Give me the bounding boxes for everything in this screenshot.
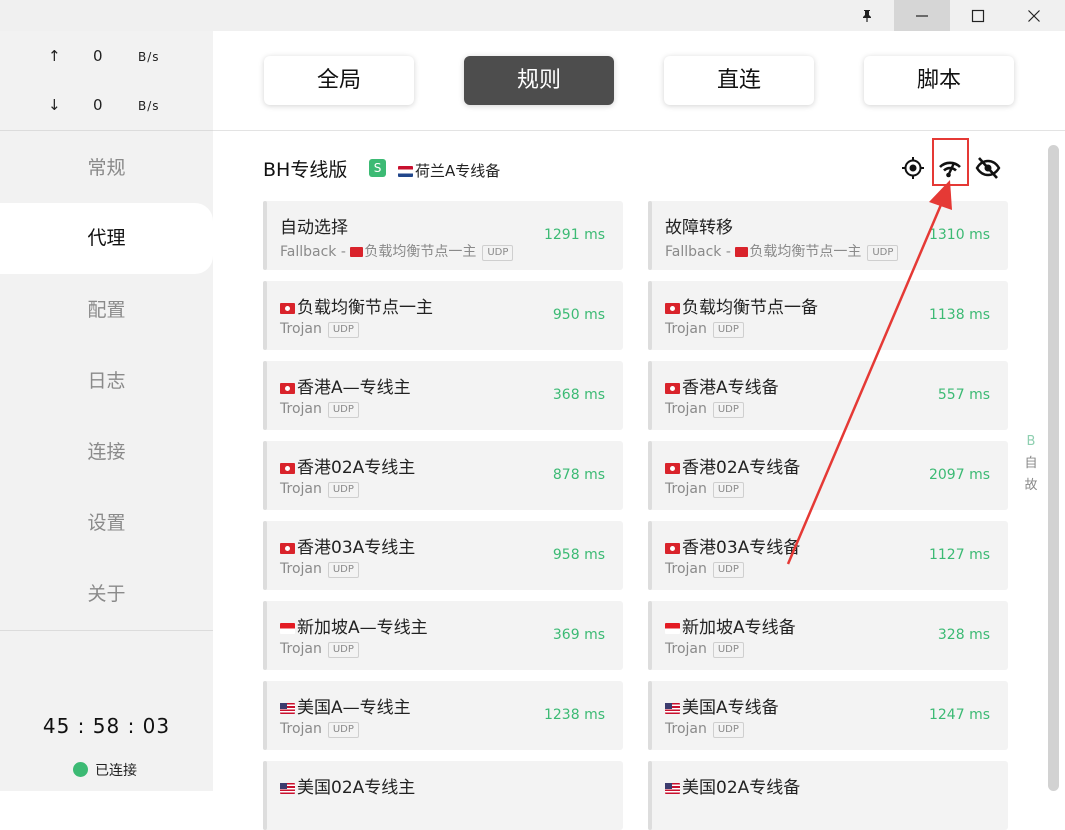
annotation-arrow-icon xyxy=(786,180,952,565)
